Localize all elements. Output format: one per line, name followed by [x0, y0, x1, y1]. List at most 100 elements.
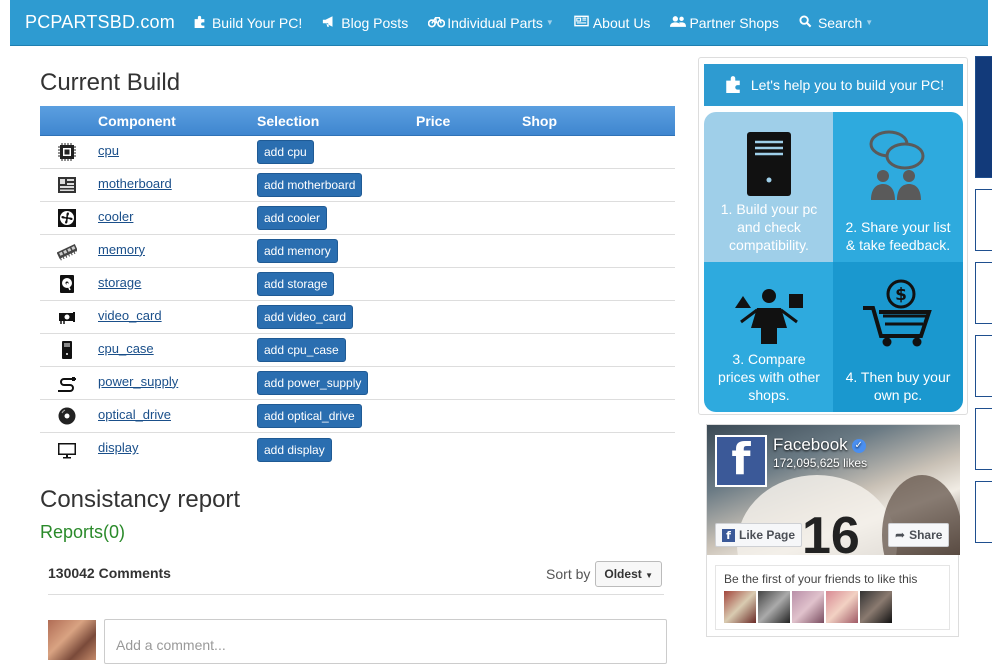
comment-input[interactable]: Add a comment... — [104, 619, 667, 664]
nav-label: Partner Shops — [689, 14, 779, 31]
friend-avatar[interactable] — [758, 591, 790, 623]
comments-count: 130042 Comments — [48, 565, 171, 581]
nav-label: About Us — [592, 14, 651, 31]
nav-individual-parts[interactable]: Individual Parts ▼ — [427, 15, 554, 31]
computer-tower-icon — [747, 132, 791, 196]
hard-drive-icon — [60, 275, 74, 293]
search-icon — [799, 14, 813, 31]
step-text: 3. Compare prices with other shops. — [718, 351, 820, 403]
step-share: 2. Share your list & take feedback. — [833, 112, 963, 262]
facebook-small-icon: f — [722, 528, 735, 542]
nav-label: Build Your PC! — [211, 14, 303, 31]
column-header-shop: Shop — [522, 112, 557, 129]
nav-label: Search — [817, 14, 863, 31]
help-panel: Let's help you to build your PC! 1. Buil… — [698, 57, 968, 415]
puzzle-icon — [193, 15, 207, 31]
column-header-selection: Selection — [257, 112, 320, 129]
right-banner-ad[interactable] — [975, 56, 992, 178]
component-link-cpu[interactable]: cpu — [98, 143, 119, 158]
facebook-cover-image: 16 f Facebook ✓ 172,095,625 likes f Like … — [707, 425, 960, 555]
table-row: cpu_case add cpu_case — [40, 334, 675, 367]
top-navbar: PCPARTSBD.com Build Your PC! Blog Posts … — [10, 0, 988, 46]
right-thumbnail[interactable] — [975, 335, 992, 397]
disc-icon — [58, 407, 76, 425]
sort-control: Sort by Oldest ▼ — [546, 561, 662, 587]
add-memory-button[interactable]: add memory — [257, 239, 338, 263]
component-link-optical-drive[interactable]: optical_drive — [98, 407, 171, 422]
like-page-button[interactable]: f Like Page — [715, 523, 803, 547]
component-link-cooler[interactable]: cooler — [98, 209, 133, 224]
step-text: 1. Build your pc and check compatibility… — [720, 201, 818, 253]
table-row: cooler add cooler — [40, 202, 675, 235]
component-link-display[interactable]: display — [98, 440, 138, 455]
monitor-icon — [58, 442, 76, 458]
friends-text: Be the first of your friends to like thi… — [724, 572, 918, 586]
component-link-video-card[interactable]: video_card — [98, 308, 162, 323]
add-display-button[interactable]: add display — [257, 437, 332, 462]
right-thumbnail[interactable] — [975, 189, 992, 251]
table-row: memory add memory — [40, 235, 675, 268]
step-text: 2. Share your list & take feedback. — [845, 219, 951, 253]
bullhorn-icon — [322, 15, 336, 31]
right-thumbnail[interactable] — [975, 262, 992, 324]
table-row: display add display — [40, 433, 675, 466]
chevron-down-icon: ▼ — [545, 18, 554, 27]
add-optical-drive-button[interactable]: add optical_drive — [257, 404, 362, 428]
table-row: storage add storage — [40, 268, 675, 301]
step-text: 4. Then buy your own pc. — [845, 369, 951, 403]
sort-dropdown[interactable]: Oldest ▼ — [595, 561, 662, 587]
step-compare: 3. Compare prices with other shops. — [704, 262, 834, 412]
add-cpu-case-button[interactable]: add cpu_case — [257, 338, 346, 362]
add-motherboard-button[interactable]: add motherboard — [257, 173, 363, 197]
comments-header: 130042 Comments Sort by Oldest ▼ — [48, 561, 664, 595]
ram-icon — [57, 244, 77, 261]
sort-label: Sort by — [546, 566, 591, 582]
nav-blog-posts[interactable]: Blog Posts — [322, 15, 408, 31]
nav-partner-shops[interactable]: Partner Shops — [670, 15, 779, 31]
friend-avatar[interactable] — [860, 591, 892, 623]
facebook-page-name[interactable]: Facebook ✓ — [773, 435, 866, 455]
table-row: cpu add cpu — [40, 136, 675, 169]
facebook-likes: 172,095,625 likes — [773, 456, 868, 470]
svg-text:$: $ — [895, 285, 907, 305]
puzzle-icon — [723, 75, 743, 96]
power-plug-icon — [58, 377, 76, 392]
share-arrow-icon: ➦ — [895, 528, 906, 542]
sort-value: Oldest — [604, 567, 642, 581]
nav-about-us[interactable]: About Us — [574, 14, 651, 31]
column-header-component: Component — [98, 112, 176, 129]
friend-avatar[interactable] — [724, 591, 756, 623]
site-brand[interactable]: PCPARTSBD.com — [25, 12, 175, 33]
friend-avatar[interactable] — [792, 591, 824, 623]
help-build-button[interactable]: Let's help you to build your PC! — [704, 64, 963, 106]
users-icon — [670, 15, 687, 31]
caret-down-icon: ▼ — [645, 571, 653, 580]
step-buy: $ 4. Then buy your own pc. — [833, 262, 963, 412]
add-cpu-button[interactable]: add cpu — [257, 140, 314, 164]
component-link-memory[interactable]: memory — [98, 242, 145, 257]
friend-avatar[interactable] — [826, 591, 858, 623]
add-cooler-button[interactable]: add cooler — [257, 206, 328, 230]
page-title: Current Build — [40, 69, 181, 96]
facebook-logo[interactable]: f — [715, 434, 767, 487]
component-link-power-supply[interactable]: power_supply — [98, 374, 178, 389]
component-link-storage[interactable]: storage — [98, 275, 141, 290]
component-link-cpu-case[interactable]: cpu_case — [98, 341, 154, 356]
cpu-icon — [58, 143, 76, 161]
right-thumbnail[interactable] — [975, 481, 992, 543]
tower-case-icon — [62, 341, 72, 359]
chevron-down-icon: ▼ — [865, 18, 874, 27]
share-button[interactable]: ➦ Share — [888, 523, 950, 547]
add-storage-button[interactable]: add storage — [257, 272, 335, 296]
add-video-card-button[interactable]: add video_card — [257, 305, 354, 329]
shopping-cart-dollar-icon: $ — [863, 279, 932, 347]
build-table: Component Selection Price Shop cpu add c… — [40, 106, 675, 466]
fan-icon — [58, 209, 76, 227]
table-row: power_supply add power_supply — [40, 367, 675, 400]
right-thumbnail[interactable] — [975, 408, 992, 470]
nav-build-your-pc[interactable]: Build Your PC! — [193, 15, 302, 31]
add-power-supply-button[interactable]: add power_supply — [257, 371, 369, 395]
nav-search[interactable]: Search ▼ — [799, 15, 873, 31]
component-link-motherboard[interactable]: motherboard — [98, 176, 172, 191]
avatar — [48, 620, 96, 660]
